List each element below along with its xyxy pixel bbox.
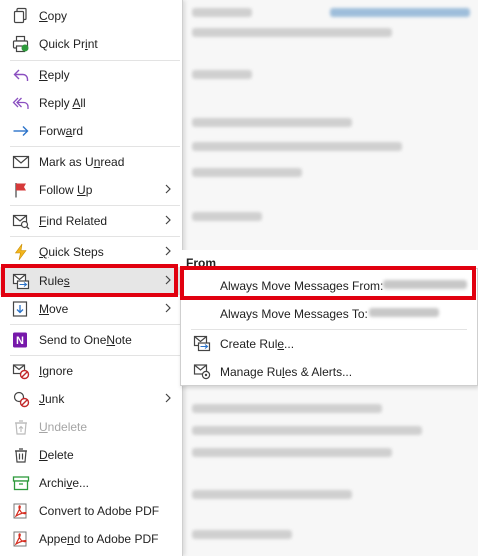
adobe-pdf-icon [12,502,30,520]
ignore-icon [12,362,30,380]
archive-icon [12,474,30,492]
svg-text:N: N [16,335,24,347]
menu-separator [10,324,180,325]
lightning-icon [12,243,30,261]
rules-highlight-box [1,264,178,297]
menu-item-find-related[interactable]: Find Related [0,207,182,235]
onenote-icon: N [12,331,30,349]
copy-icon [12,7,30,25]
submenu-item-manage-rules-alerts[interactable]: Manage Rules & Alerts... [181,357,477,385]
menu-item-mark-as-unread[interactable]: Mark as Unread [0,148,182,176]
menu-item-delete[interactable]: Delete [0,441,182,469]
undelete-icon [12,418,30,436]
create-rule-icon [193,334,211,352]
forward-icon [12,122,30,140]
submenu-item-create-rule[interactable]: Create Rule... [181,329,477,357]
chevron-right-icon [163,244,173,258]
find-related-icon [12,212,30,230]
chevron-right-icon [163,391,173,405]
move-icon [12,300,30,318]
menu-item-forward[interactable]: Forward [0,117,182,145]
menu-separator [10,236,180,237]
menu-item-send-to-onenote[interactable]: N Send to OneNote [0,326,182,354]
chevron-right-icon [163,301,173,315]
redacted-recipient [369,308,439,317]
menu-item-junk[interactable]: Junk [0,385,182,413]
menu-separator [10,146,180,147]
menu-item-copy[interactable]: Copy [0,2,182,30]
adobe-pdf-icon [12,530,30,548]
menu-item-convert-to-adobe-pdf[interactable]: Convert to Adobe PDF [0,497,182,525]
flag-icon [12,181,30,199]
menu-item-quick-steps[interactable]: Quick Steps [0,238,182,266]
menu-separator [10,205,180,206]
menu-item-move[interactable]: Move [0,295,182,323]
printer-icon [12,35,30,53]
menu-item-append-to-adobe-pdf[interactable]: Append to Adobe PDF [0,525,182,553]
menu-item-quick-print[interactable]: Quick Print [0,30,182,58]
junk-icon [12,390,30,408]
chevron-right-icon [163,182,173,196]
manage-rules-icon [193,362,211,380]
submenu-item-always-move-to[interactable]: Always Move Messages To: [181,299,477,327]
menu-item-follow-up[interactable]: Follow Up [0,176,182,204]
menu-item-reply[interactable]: Reply [0,61,182,89]
chevron-right-icon [163,213,173,227]
envelope-icon [12,153,30,171]
always-move-from-highlight-box [180,266,476,300]
reply-all-icon [12,94,30,112]
menu-item-undelete[interactable]: Undelete [0,413,182,441]
trash-icon [12,446,30,464]
menu-separator [10,355,180,356]
menu-item-archive[interactable]: Archive... [0,469,182,497]
menu-item-reply-all[interactable]: Reply All [0,89,182,117]
reply-icon [12,66,30,84]
menu-item-ignore[interactable]: Ignore [0,357,182,385]
